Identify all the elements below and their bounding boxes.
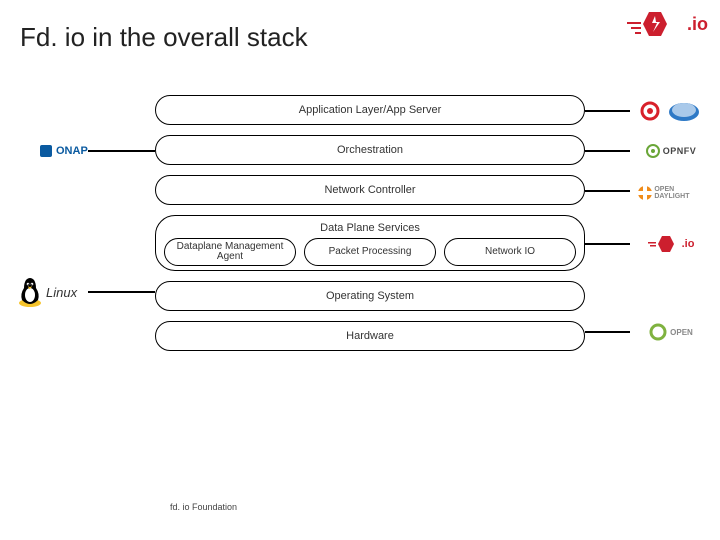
sub-packet-processing-label: Packet Processing — [329, 247, 412, 258]
opendaylight-text: OPEN DAYLIGHT — [654, 186, 706, 200]
fdio-logo-top: .io — [627, 6, 708, 42]
sub-network-io: Network IO — [444, 238, 576, 266]
onap-icon — [40, 145, 52, 157]
layer-os: Operating System — [155, 281, 585, 311]
opendaylight-icon — [636, 184, 652, 202]
opnfv-text: OPNFV — [663, 146, 697, 156]
layer-orchestration-label: Orchestration — [337, 144, 403, 156]
logo-fdio-side: .io — [636, 229, 706, 259]
layer-app: Application Layer/App Server — [155, 95, 585, 125]
layer-controller-label: Network Controller — [324, 184, 415, 196]
connector-hardware-right — [585, 331, 630, 333]
layer-app-label: Application Layer/App Server — [299, 104, 441, 116]
sub-network-io-label: Network IO — [485, 247, 535, 258]
logo-onap: ONAP — [40, 136, 130, 166]
layer-controller: Network Controller — [155, 175, 585, 205]
stack-diagram: Application Layer/App Server Orchestrati… — [155, 95, 585, 351]
linux-text: Linux — [46, 285, 77, 300]
sub-packet-processing: Packet Processing — [304, 238, 436, 266]
layer-hardware: Hardware — [155, 321, 585, 351]
logo-openshift-cloudfoundry — [636, 96, 706, 126]
logo-opencompute: OPEN — [636, 317, 706, 347]
connector-controller-right — [585, 190, 630, 192]
layer-os-label: Operating System — [326, 290, 414, 302]
layer-hardware-label: Hardware — [346, 330, 394, 342]
layer-dataplane: Data Plane Services Dataplane Management… — [155, 215, 585, 271]
logo-opendaylight: OPEN DAYLIGHT — [636, 176, 706, 210]
openshift-cloudfoundry-icon — [640, 98, 702, 124]
logo-opnfv: OPNFV — [636, 136, 706, 166]
sub-dpm-agent-label: Dataplane Management Agent — [173, 242, 287, 263]
fdio-side-suffix: .io — [682, 238, 695, 250]
sub-dpm-agent: Dataplane Management Agent — [164, 238, 296, 266]
fdio-mark-icon — [627, 6, 685, 42]
connector-dataplane-right — [585, 243, 630, 245]
footer-text: fd. io Foundation — [170, 502, 237, 512]
opencompute-text: OPEN — [670, 328, 693, 337]
connector-app-right — [585, 110, 630, 112]
tux-icon — [16, 276, 44, 308]
page-title-row: Fd. io in the overall stack — [20, 22, 308, 53]
logo-linux: Linux — [16, 277, 116, 307]
dataplane-sublayers: Dataplane Management Agent Packet Proces… — [162, 238, 578, 266]
opnfv-icon — [646, 144, 660, 158]
layer-orchestration: Orchestration — [155, 135, 585, 165]
page-title: Fd. io in the overall stack — [20, 22, 308, 53]
onap-text: ONAP — [56, 145, 88, 157]
opencompute-icon — [649, 323, 667, 341]
fdio-side-icon — [648, 233, 682, 255]
layer-dataplane-label: Data Plane Services — [162, 222, 578, 234]
connector-orch-right — [585, 150, 630, 152]
fdio-suffix: .io — [687, 14, 708, 35]
